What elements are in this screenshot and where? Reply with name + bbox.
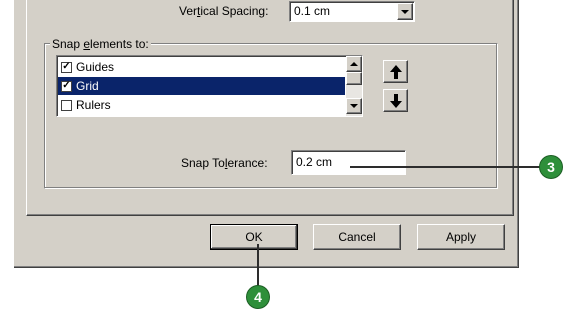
scroll-up-button[interactable] [346,56,362,72]
snap-elements-list[interactable]: ✓ Guides ✓ Grid Rulers [56,55,363,117]
list-item-rulers[interactable]: Rulers [58,96,345,114]
callout-4-badge: 4 [247,286,269,308]
vertical-spacing-label: Vertical Spacing: [179,4,269,18]
callout-3-badge: 3 [540,156,562,178]
cancel-button[interactable]: Cancel [313,224,401,250]
grid-checkbox[interactable]: ✓ [61,80,72,92]
dialog-window: Vertical Spacing: 0.1 cm Snap elements t… [14,0,519,268]
vertical-spacing-dropdown-button[interactable] [397,3,413,20]
grid-label: Grid [76,79,99,93]
arrow-up-icon [389,64,402,79]
move-up-button[interactable] [383,60,408,83]
list-item-grid[interactable]: ✓ Grid [58,77,345,95]
rulers-checkbox[interactable] [61,99,72,111]
arrow-down-icon [389,93,402,108]
apply-button[interactable]: Apply [417,224,505,250]
options-pane: Vertical Spacing: 0.1 cm Snap elements t… [26,0,514,216]
vertical-spacing-value: 0.1 cm [294,4,331,18]
chevron-down-icon [401,9,409,14]
snap-elements-legend: Snap elements to: [50,37,151,51]
scroll-down-button[interactable] [346,98,362,114]
guides-checkbox[interactable]: ✓ [61,61,72,73]
move-down-button[interactable] [383,89,408,112]
callout-3-line [350,166,544,168]
guides-label: Guides [76,60,115,74]
ok-button[interactable]: OK [210,224,298,250]
chevron-up-icon [350,62,358,66]
vertical-spacing-combo[interactable]: 0.1 cm [289,1,415,22]
scroll-thumb[interactable] [346,72,362,85]
rulers-label: Rulers [76,98,111,112]
list-scrollbar[interactable] [346,56,362,116]
callout-4-line [257,244,259,292]
snap-tolerance-input[interactable]: 0.2 cm [291,150,406,175]
chevron-down-icon [350,104,358,108]
snap-tolerance-value: 0.2 cm [296,155,333,169]
list-item-guides[interactable]: ✓ Guides [58,58,345,76]
snap-tolerance-label: Snap Tolerance: [181,156,268,170]
